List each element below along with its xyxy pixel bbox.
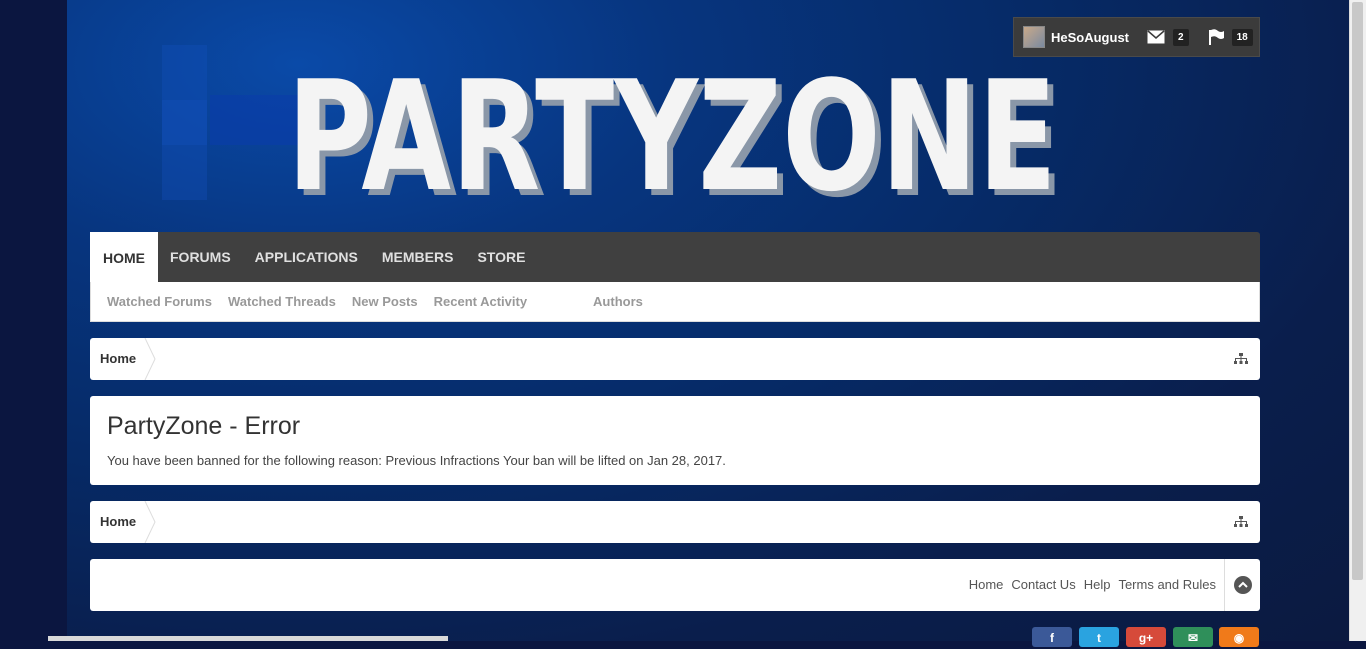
subnav-authors[interactable]: Authors	[593, 294, 643, 309]
footer-link-terms[interactable]: Terms and Rules	[1118, 577, 1216, 592]
rss-icon[interactable]: ◉	[1219, 627, 1259, 647]
subnav-recent-activity[interactable]: Recent Activity	[434, 294, 527, 309]
taskbar-strip	[48, 636, 448, 641]
breadcrumb-bottom: Home	[90, 501, 1260, 543]
page-title: PartyZone - Error	[107, 412, 301, 440]
tab-store[interactable]: STORE	[465, 232, 537, 282]
breadcrumb-home-label: Home	[100, 514, 137, 529]
subnav-watched-forums[interactable]: Watched Forums	[107, 294, 212, 309]
facebook-icon[interactable]: f	[1032, 627, 1072, 647]
breadcrumb: Home	[90, 338, 1260, 380]
error-panel: PartyZone - Error You have been banned f…	[90, 396, 1260, 485]
sitemap-icon[interactable]	[1234, 353, 1248, 365]
subnav-new-posts[interactable]: New Posts	[352, 294, 418, 309]
subnav-watched-threads[interactable]: Watched Threads	[228, 294, 336, 309]
error-message: You have been banned for the following r…	[107, 453, 726, 468]
google-plus-icon[interactable]: g+	[1126, 627, 1166, 647]
tab-members[interactable]: MEMBERS	[370, 232, 466, 282]
scrollbar[interactable]	[1349, 0, 1366, 641]
footer-link-contact[interactable]: Contact Us	[1011, 577, 1075, 592]
decorative-square	[162, 100, 207, 200]
inbox-button[interactable]: 2	[1147, 28, 1189, 46]
breadcrumb-home-label: Home	[100, 351, 137, 366]
main-navigation: HOME FORUMS APPLICATIONS MEMBERS STORE	[90, 232, 1260, 282]
tab-home[interactable]: HOME	[90, 232, 158, 282]
flag-icon	[1208, 29, 1224, 45]
breadcrumb-home[interactable]: Home	[90, 338, 156, 380]
sitemap-icon[interactable]	[1234, 516, 1248, 528]
footer-links: Home Contact Us Help Terms and Rules	[961, 577, 1216, 592]
scroll-to-top-button[interactable]	[1224, 559, 1260, 611]
envelope-icon	[1147, 30, 1165, 44]
footer: Home Contact Us Help Terms and Rules	[90, 559, 1260, 611]
twitter-icon[interactable]: t	[1079, 627, 1119, 647]
alerts-button[interactable]: 18	[1208, 28, 1253, 46]
email-icon[interactable]: ✉	[1173, 627, 1213, 647]
tab-forums[interactable]: FORUMS	[158, 232, 243, 282]
alerts-count-badge: 18	[1231, 28, 1253, 46]
inbox-count-badge: 2	[1173, 28, 1189, 46]
user-bar: HeSoAugust 2 18	[1013, 17, 1260, 57]
username-link[interactable]: HeSoAugust	[1051, 30, 1129, 45]
sub-navigation: Watched Forums Watched Threads New Posts…	[90, 282, 1260, 322]
footer-link-home[interactable]: Home	[969, 577, 1004, 592]
footer-link-help[interactable]: Help	[1084, 577, 1111, 592]
chevron-up-icon	[1233, 576, 1252, 594]
breadcrumb-home[interactable]: Home	[90, 501, 156, 543]
scrollbar-thumb[interactable]	[1352, 2, 1363, 580]
partyzone-logo[interactable]: PARTYZONE PARTYZONE	[285, 72, 1065, 212]
logo-text: PARTYZONE	[287, 72, 1057, 212]
tab-applications[interactable]: APPLICATIONS	[243, 232, 370, 282]
avatar[interactable]	[1023, 26, 1045, 48]
